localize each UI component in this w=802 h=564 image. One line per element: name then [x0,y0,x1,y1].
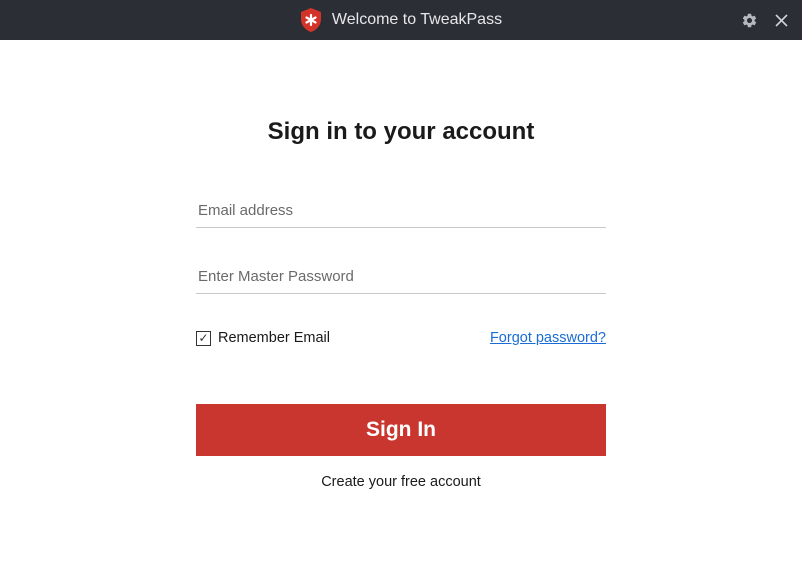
close-icon[interactable] [772,11,790,29]
options-row: ✓ Remember Email Forgot password? [196,330,606,346]
titlebar-controls [740,0,790,40]
forgot-password-link[interactable]: Forgot password? [490,330,606,346]
shield-icon [300,8,322,32]
window-title: Welcome to TweakPass [332,11,502,29]
signin-button[interactable]: Sign In [196,404,606,456]
remember-email-container: ✓ Remember Email [196,330,330,346]
checkmark-icon: ✓ [198,332,208,344]
email-field[interactable] [196,194,606,228]
remember-email-label: Remember Email [218,330,330,346]
remember-email-checkbox[interactable]: ✓ [196,331,211,346]
page-title: Sign in to your account [268,118,535,146]
titlebar: Welcome to TweakPass [0,0,802,40]
main-content: Sign in to your account ✓ Remember Email… [0,40,802,490]
signin-form: ✓ Remember Email Forgot password? Sign I… [196,194,606,490]
gear-icon[interactable] [740,11,758,29]
password-field[interactable] [196,260,606,294]
create-account-link[interactable]: Create your free account [196,474,606,490]
titlebar-center: Welcome to TweakPass [300,8,502,32]
